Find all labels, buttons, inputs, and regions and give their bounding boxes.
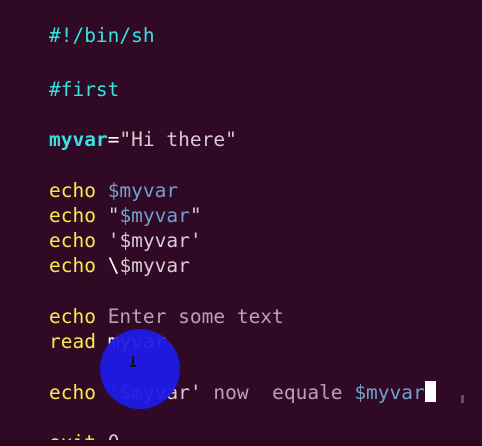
bottom-edge <box>0 440 482 446</box>
escape-char: \ <box>107 254 120 277</box>
literal-text: $myvar <box>119 254 190 277</box>
code-line-echo-prompt[interactable]: echo Enter some text <box>2 281 284 328</box>
assign-operator: = <box>107 128 120 151</box>
code-line-echo-1[interactable]: echo $myvar <box>2 155 178 202</box>
keyword-echo: echo <box>48 254 96 277</box>
code-line-echo-final[interactable]: echo '$myvar' now equale $myvar <box>2 357 436 404</box>
code-line-read[interactable]: read myvar <box>2 306 166 353</box>
code-line-comment[interactable]: #first <box>2 54 119 101</box>
code-line-shebang[interactable]: #!/bin/sh <box>2 0 155 47</box>
click-indicator <box>100 329 180 409</box>
code-line-echo-4[interactable]: echo \$myvar <box>2 230 190 277</box>
variable-ref: $myvar <box>354 381 425 404</box>
string-value: "Hi there" <box>119 128 237 151</box>
code-line-echo-3[interactable]: echo '$myvar' <box>2 205 202 252</box>
single-quote-close: ' <box>189 229 202 252</box>
shebang-text: #!/bin/sh <box>48 24 155 47</box>
single-quote-close: ' <box>189 381 202 404</box>
text-now: now <box>213 381 249 404</box>
comment-text: #first <box>48 78 120 101</box>
text-equale: equale <box>272 381 343 404</box>
ibeam-cursor-icon <box>130 356 136 367</box>
code-line-echo-2[interactable]: echo "$myvar" <box>2 180 202 227</box>
keyword-read: read <box>48 330 96 353</box>
variable-name: myvar <box>48 128 108 151</box>
keyword-echo: echo <box>48 381 96 404</box>
code-line-exit[interactable]: exit 0 <box>2 407 119 446</box>
text-cursor <box>424 381 436 402</box>
code-line-assignment[interactable]: myvar="Hi there" <box>2 104 237 151</box>
terminal-editor[interactable]: #!/bin/sh #first myvar="Hi there" echo $… <box>0 0 482 446</box>
scroll-indicator <box>461 395 464 403</box>
